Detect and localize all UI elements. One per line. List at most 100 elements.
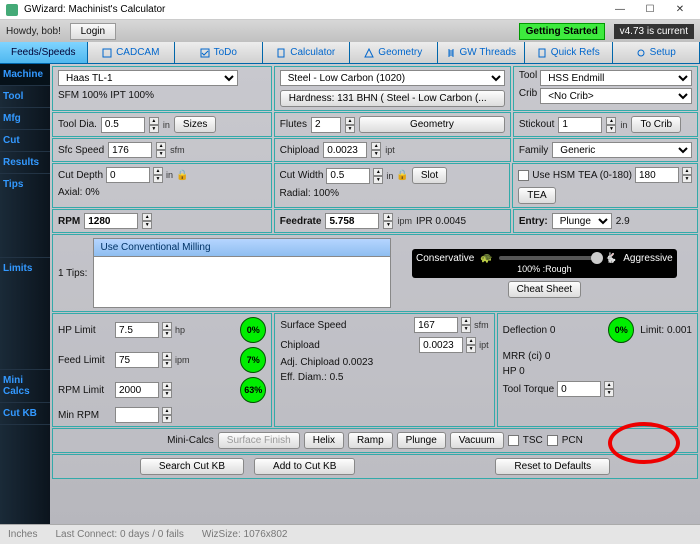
tt-spin[interactable]: ▲▼ xyxy=(604,381,614,397)
chipload2-label: Chipload xyxy=(280,340,360,351)
reset-button[interactable]: Reset to Defaults xyxy=(495,458,610,475)
pcn-checkbox[interactable] xyxy=(547,435,558,446)
pcn-label: PCN xyxy=(562,435,583,446)
stickout-input[interactable] xyxy=(558,117,602,133)
tea-button[interactable]: TEA xyxy=(518,187,555,204)
tab-threads[interactable]: GW Threads xyxy=(438,42,526,63)
side-mfg[interactable]: Mfg xyxy=(0,108,50,130)
cd-spin[interactable]: ▲▼ xyxy=(153,167,163,183)
tsc-checkbox[interactable] xyxy=(508,435,519,446)
cutwidth-input[interactable] xyxy=(326,168,370,184)
app-icon xyxy=(6,4,18,16)
sfc-spin[interactable]: ▲▼ xyxy=(156,142,166,158)
side-minicalcs[interactable]: Mini Calcs xyxy=(0,370,50,403)
cl-spin[interactable]: ▲▼ xyxy=(371,142,381,158)
plunge-button[interactable]: Plunge xyxy=(397,432,446,449)
searchkb-button[interactable]: Search Cut KB xyxy=(140,458,244,475)
lock-icon[interactable]: 🔒 xyxy=(176,170,188,181)
geometry-icon xyxy=(364,48,374,58)
tocrib-button[interactable]: To Crib xyxy=(631,116,681,133)
rpm-label: RPM xyxy=(58,216,80,227)
family-select[interactable]: Generic xyxy=(552,142,692,158)
cutdepth-input[interactable] xyxy=(106,167,150,183)
helix-button[interactable]: Helix xyxy=(304,432,344,449)
machine-select[interactable]: Haas TL-1 xyxy=(58,70,238,86)
aggressiveness-slider[interactable] xyxy=(499,256,599,260)
threads-icon xyxy=(446,48,456,58)
addkb-button[interactable]: Add to Cut KB xyxy=(254,458,355,475)
surfspeed-input[interactable] xyxy=(414,317,458,333)
maximize-button[interactable]: ☐ xyxy=(636,1,664,19)
tab-setup[interactable]: Setup xyxy=(613,42,700,63)
login-button[interactable]: Login xyxy=(70,23,116,40)
fl-spin[interactable]: ▲▼ xyxy=(162,352,172,368)
close-button[interactable]: ✕ xyxy=(666,1,694,19)
rpm-spin[interactable]: ▲▼ xyxy=(142,213,152,229)
sizes-button[interactable]: Sizes xyxy=(174,116,216,133)
min-spin[interactable]: ▲▼ xyxy=(162,407,172,423)
feedlimit-input[interactable] xyxy=(115,352,159,368)
tab-geometry[interactable]: Geometry xyxy=(350,42,438,63)
side-tips[interactable]: Tips xyxy=(0,174,50,258)
fr-spin[interactable]: ▲▼ xyxy=(383,213,393,229)
tooltorque-input[interactable] xyxy=(557,381,601,397)
side-tool[interactable]: Tool xyxy=(0,86,50,108)
chipload-input[interactable] xyxy=(323,142,367,158)
side-machine[interactable]: Machine xyxy=(0,64,50,86)
tea-spin[interactable]: ▲▼ xyxy=(682,167,692,183)
side-cutkb[interactable]: Cut KB xyxy=(0,403,50,425)
sfcspeed-input[interactable] xyxy=(108,142,152,158)
chipload-label: Chipload xyxy=(280,145,319,156)
ipr-label: IPR 0.0045 xyxy=(416,216,466,227)
surfacefinish-button[interactable]: Surface Finish xyxy=(218,432,300,449)
rpm-input[interactable] xyxy=(84,213,138,229)
hsm-checkbox[interactable] xyxy=(518,170,529,181)
flutes-input[interactable] xyxy=(311,117,341,133)
tab-cadcam[interactable]: CADCAM xyxy=(88,42,176,63)
side-limits[interactable]: Limits xyxy=(0,258,50,370)
ramp-button[interactable]: Ramp xyxy=(348,432,393,449)
tip-row[interactable]: Use Conventional Milling xyxy=(94,239,389,257)
slot-button[interactable]: Slot xyxy=(412,167,447,184)
lock-icon-2[interactable]: 🔒 xyxy=(396,170,408,181)
unit-ipm2: ipm xyxy=(175,355,190,365)
ss-spin[interactable]: ▲▼ xyxy=(461,317,471,333)
tooldia-spin[interactable]: ▲▼ xyxy=(149,117,159,133)
tab-calculator[interactable]: Calculator xyxy=(263,42,351,63)
family-label: Family xyxy=(519,145,548,156)
tooltype-select[interactable]: HSS Endmill xyxy=(540,70,692,86)
stickout-spin[interactable]: ▲▼ xyxy=(606,117,616,133)
unit-in3: in xyxy=(166,170,173,180)
cadcam-icon xyxy=(102,48,112,58)
cutdepth-label: Cut Depth xyxy=(58,170,103,181)
hplimit-input[interactable] xyxy=(115,322,159,338)
hardness-button[interactable]: Hardness: 131 BHN ( Steel - Low Carbon (… xyxy=(280,90,505,107)
minrpm-input[interactable] xyxy=(115,407,159,423)
flutes-spin[interactable]: ▲▼ xyxy=(345,117,355,133)
version-label: v4.73 is current xyxy=(614,24,694,39)
rl-spin[interactable]: ▲▼ xyxy=(162,382,172,398)
crib-select[interactable]: <No Crib> xyxy=(540,88,692,104)
minimize-button[interactable]: — xyxy=(606,1,634,19)
hp-spin[interactable]: ▲▼ xyxy=(162,322,172,338)
vacuum-button[interactable]: Vacuum xyxy=(450,432,504,449)
feedrate-input[interactable] xyxy=(325,213,379,229)
tab-feeds-speeds[interactable]: Feeds/Speeds xyxy=(0,42,88,63)
cl2-spin[interactable]: ▲▼ xyxy=(466,337,476,353)
getting-started-button[interactable]: Getting Started xyxy=(519,23,605,40)
geometry-button[interactable]: Geometry xyxy=(359,116,505,133)
aggressiveness-panel: Conservative 🐢 🐇 Aggressive 100% :Rough xyxy=(412,249,677,278)
tooldia-input[interactable] xyxy=(101,117,145,133)
side-cut[interactable]: Cut xyxy=(0,130,50,152)
cheatsheet-button[interactable]: Cheat Sheet xyxy=(508,281,582,298)
tea-input[interactable] xyxy=(635,167,679,183)
cw-spin[interactable]: ▲▼ xyxy=(373,168,383,184)
material-select[interactable]: Steel - Low Carbon (1020) xyxy=(280,70,505,86)
tab-quickrefs[interactable]: Quick Refs xyxy=(525,42,613,63)
rpmlimit-input[interactable] xyxy=(115,382,159,398)
tips-list[interactable]: Use Conventional Milling xyxy=(93,238,390,308)
side-results[interactable]: Results xyxy=(0,152,50,174)
entry-select[interactable]: Plunge xyxy=(552,213,612,229)
chipload2-input[interactable] xyxy=(419,337,463,353)
tab-todo[interactable]: ToDo xyxy=(175,42,263,63)
